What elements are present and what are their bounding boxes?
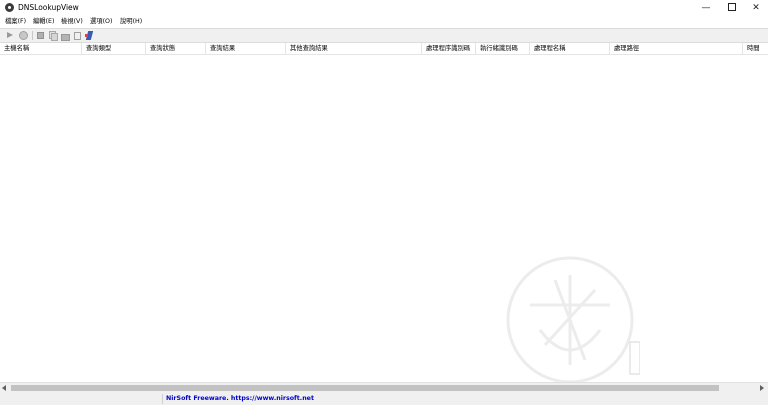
scroll-thumb[interactable] [11, 385, 719, 391]
results-list[interactable] [0, 55, 768, 384]
status-bar: NirSoft Freeware. https://www.nirsoft.ne… [0, 393, 768, 405]
play-icon[interactable] [5, 31, 15, 40]
watermark-logo [506, 256, 640, 384]
stop-icon[interactable] [18, 31, 28, 40]
minimize-button[interactable]: — [692, 0, 720, 16]
status-segment-count [0, 394, 163, 404]
save-icon[interactable] [36, 31, 46, 40]
column-process-name[interactable]: 處理程名稱 [530, 43, 610, 54]
column-header: 主機名稱 查詢類型 查詢狀態 查詢結果 其他查詢結果 處理程序識別碼 執行緒識別… [0, 43, 768, 55]
find-icon[interactable] [72, 31, 82, 40]
menu-file[interactable]: 檔案(F) [5, 17, 26, 26]
toolbar-separator [32, 31, 33, 40]
column-thread-id[interactable]: 執行緒識別碼 [476, 43, 530, 54]
menu-options[interactable]: 選項(O) [90, 17, 112, 26]
window-title: DNSLookupView [18, 3, 79, 12]
scroll-right-icon[interactable] [760, 385, 764, 391]
menu-edit[interactable]: 編輯(E) [33, 17, 55, 26]
horizontal-scrollbar[interactable] [0, 382, 768, 393]
column-query-status[interactable]: 查詢狀態 [146, 43, 206, 54]
column-time[interactable]: 時間 [743, 43, 768, 54]
menu-view[interactable]: 檢視(V) [61, 17, 83, 26]
column-query-result[interactable]: 查詢結果 [206, 43, 286, 54]
close-button[interactable]: ✕ [742, 0, 768, 16]
properties-icon[interactable] [60, 31, 70, 41]
app-icon [5, 3, 14, 12]
scroll-left-icon[interactable] [2, 385, 6, 391]
column-process-id[interactable]: 處理程序識別碼 [422, 43, 476, 54]
maximize-icon [728, 2, 736, 11]
menu-help[interactable]: 說明(H) [120, 17, 142, 26]
column-other-results[interactable]: 其他查詢結果 [286, 43, 422, 54]
toolbar [0, 28, 768, 43]
title-bar: DNSLookupView — ✕ [0, 0, 768, 16]
column-process-path[interactable]: 處理路徑 [610, 43, 743, 54]
about-icon[interactable] [85, 31, 95, 40]
column-query-type[interactable]: 查詢類型 [82, 43, 146, 54]
menu-bar: 檔案(F) 編輯(E) 檢視(V) 選項(O) 說明(H) [0, 16, 768, 27]
column-host-name[interactable]: 主機名稱 [0, 43, 82, 54]
nirsoft-link[interactable]: NirSoft Freeware. https://www.nirsoft.ne… [166, 394, 314, 404]
copy-icon[interactable] [48, 31, 58, 41]
